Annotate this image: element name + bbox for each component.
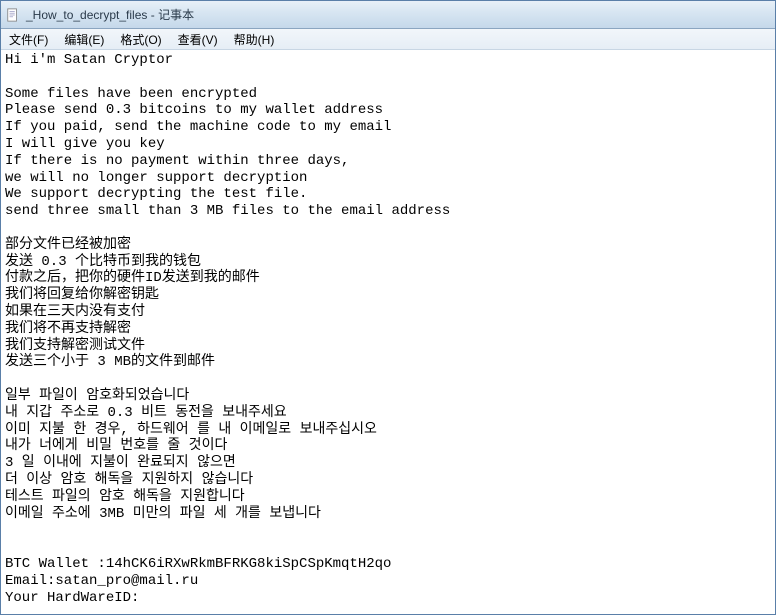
text-line: 내가 너에게 비밀 번호를 줄 것이다 [5, 438, 227, 454]
notepad-icon [5, 7, 21, 23]
text-line: 3 일 이내에 지불이 완료되지 않으면 [5, 455, 236, 471]
text-line: 发送 0.3 个比特币到我的钱包 [5, 254, 201, 270]
text-line: Hi i'm Satan Cryptor [5, 52, 173, 68]
text-line: Your HardWareID: [5, 590, 139, 606]
menu-format[interactable]: 格式(O) [112, 29, 169, 50]
text-line: 如果在三天内没有支付 [5, 304, 145, 320]
text-line: 我们将不再支持解密 [5, 321, 131, 337]
text-line: send three small than 3 MB files to the … [5, 203, 450, 219]
titlebar[interactable]: _How_to_decrypt_files - 记事本 [1, 1, 775, 29]
text-line: Please send 0.3 bitcoins to my wallet ad… [5, 102, 383, 118]
text-line: 테스트 파일의 암호 해독을 지원합니다 [5, 489, 245, 505]
text-line: 发送三个小于 3 MB的文件到邮件 [5, 354, 215, 370]
menu-edit[interactable]: 编辑(E) [56, 29, 112, 50]
menubar: 文件(F) 编辑(E) 格式(O) 查看(V) 帮助(H) [1, 29, 775, 50]
text-line: BTC Wallet :14hCK6iRXwRkmBFRKG8kiSpCSpKm… [5, 556, 391, 572]
text-line: 我们支持解密测试文件 [5, 338, 145, 354]
text-line: Email:satan_pro@mail.ru [5, 573, 198, 589]
text-line: we will no longer support decryption [5, 170, 307, 186]
text-line: 我们将回复给你解密钥匙 [5, 287, 159, 303]
text-line: 일부 파일이 암호화되었습니다 [5, 388, 189, 404]
text-line: 이미 지불 한 경우, 하드웨어 를 내 이메일로 보내주십시오 [5, 422, 377, 438]
text-line: We support decrypting the test file. [5, 186, 307, 202]
text-content[interactable]: Hi i'm Satan Cryptor Some files have bee… [1, 50, 775, 614]
menu-help[interactable]: 帮助(H) [226, 29, 283, 50]
window-title: _How_to_decrypt_files - 记事本 [26, 6, 771, 23]
text-line: 더 이상 암호 해독을 지원하지 않습니다 [5, 472, 253, 488]
text-line: 付款之后，把你的硬件ID发送到我的邮件 [5, 270, 260, 286]
text-line: 이메일 주소에 3MB 미만의 파일 세 개를 보냅니다 [5, 506, 321, 522]
text-line: If there is no payment within three days… [5, 153, 349, 169]
text-line: Some files have been encrypted [5, 86, 257, 102]
menu-file[interactable]: 文件(F) [1, 29, 56, 50]
text-line: If you paid, send the machine code to my… [5, 119, 391, 135]
text-line: I will give you key [5, 136, 165, 152]
text-line: 部分文件已经被加密 [5, 237, 131, 253]
menu-view[interactable]: 查看(V) [170, 29, 226, 50]
text-line: 내 지갑 주소로 0.3 비트 동전을 보내주세요 [5, 405, 287, 421]
